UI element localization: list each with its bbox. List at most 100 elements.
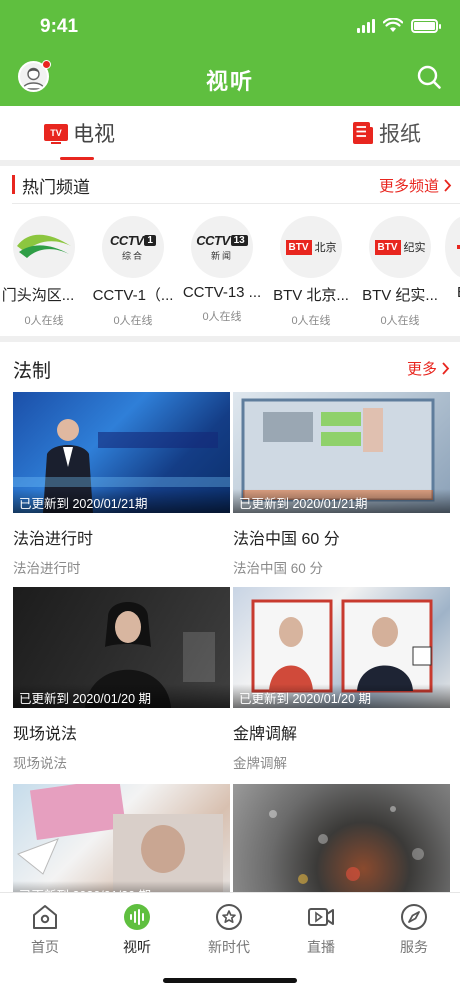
wifi-icon (383, 18, 403, 32)
mentougou-logo-icon (17, 234, 71, 258)
channel-online-count: 0人在线 (24, 315, 64, 327)
program-thumbnail: 已更新到 2020/01/21期 (233, 392, 450, 513)
channel-logo-text: CCTV (196, 232, 230, 248)
tab-tv-label: 电视 (73, 123, 115, 146)
nav-audio-video[interactable]: 视听 (102, 903, 172, 957)
channel-logo-subtitle: 北京 (314, 242, 337, 254)
channel-name: CCTV-1（... (92, 287, 174, 304)
hot-channel-list: 门头沟区... 0人在线 CCTV 1 综合 CCTV-1（... 0人在线 C… (0, 212, 460, 328)
cellular-signal-icon (357, 18, 375, 33)
nav-home[interactable]: 首页 (10, 903, 80, 957)
channel-item-cctv1[interactable]: CCTV 1 综合 CCTV-1（... 0人在线 (89, 212, 177, 328)
home-indicator (163, 978, 297, 983)
nav-live[interactable]: 直播 (286, 903, 356, 957)
newspaper-icon (353, 122, 373, 144)
channel-name: CCTV-13 ... (182, 284, 262, 301)
battery-icon (411, 18, 441, 33)
nav-label: 新时代 (208, 939, 250, 955)
program-card-fazhi-zhongguo[interactable]: 已更新到 2020/01/21期 法治中国 60 分 法治中国 60 分 (233, 392, 450, 577)
nav-label: 服务 (400, 939, 428, 955)
program-thumbnail: 已更新到 2020/01/20 期 (13, 587, 230, 708)
channel-name: B (445, 284, 460, 301)
program-title: 金牌调解 (233, 726, 298, 743)
channel-logo-number: 1 (144, 234, 156, 246)
more-fazhi-link[interactable]: 更多 (407, 358, 450, 379)
program-updated-label: 已更新到 2020/01/21期 (13, 489, 230, 513)
more-fazhi-label: 更多 (406, 361, 437, 378)
media-tabs: TV 电视 报纸 (0, 106, 460, 162)
channel-logo: CCTV 1 综合 (102, 216, 164, 278)
compass-icon (401, 904, 427, 930)
program-card-fazhi-jinxingshi[interactable]: 已更新到 2020/01/21期 法治进行时 法治进行时 (13, 392, 230, 577)
nav-label: 视听 (123, 939, 151, 955)
audio-wave-icon (124, 904, 150, 930)
program-updated-label: 已更新到 2020/01/21期 (233, 489, 450, 513)
program-updated-label: 已更新到 2020/01/20 期 (233, 684, 450, 708)
program-title: 法治进行时 (13, 531, 94, 548)
page-title: 视听 (205, 69, 254, 94)
channel-logo-text: BTV (285, 239, 312, 255)
divider (12, 203, 460, 204)
nav-label: 直播 (307, 939, 335, 955)
hot-channels-header: 热门频道 更多频道 (0, 164, 460, 204)
program-subtitle: 法治进行时 (13, 561, 81, 576)
section-title-fazhi: 法制 (13, 361, 52, 382)
program-subtitle: 金牌调解 (233, 756, 287, 771)
section-marker (12, 175, 15, 194)
program-thumbnail (233, 784, 450, 905)
status-time: 9:41 (40, 16, 79, 37)
more-channels-label: 更多频道 (378, 178, 439, 195)
channel-logo-text: BTV (374, 239, 401, 255)
channel-name: BTV 纪实... (362, 287, 438, 304)
channel-item-mentougou[interactable]: 门头沟区... 0人在线 (0, 212, 88, 328)
more-channels-link[interactable]: 更多频道 (379, 175, 452, 196)
nav-service[interactable]: 服务 (379, 903, 449, 957)
channel-name: 门头沟区... (1, 287, 75, 304)
channel-logo (445, 216, 460, 278)
chevron-right-icon (444, 179, 452, 192)
tv-icon: TV (44, 124, 68, 144)
program-thumbnail: 已更新到 2020/01/20 期 (233, 587, 450, 708)
program-updated-label: 已更新到 2020/01/20 期 (13, 684, 230, 708)
channel-logo (13, 216, 75, 278)
program-subtitle: 现场说法 (13, 756, 67, 771)
program-card-6[interactable] (233, 784, 450, 905)
channel-item-btv-jishi[interactable]: BTV 纪实 BTV 纪实... 0人在线 (356, 212, 444, 328)
nav-new-era[interactable]: 新时代 (194, 903, 264, 957)
channel-logo-number: 13 (230, 234, 248, 246)
channel-logo: BTV 北京 (280, 216, 342, 278)
channel-online-count: 0人在线 (202, 311, 242, 323)
video-icon (308, 908, 334, 926)
program-thumbnail: 已更新到 2020/01/21期 (13, 392, 230, 513)
program-card-jinpai-tiaojie[interactable]: 已更新到 2020/01/20 期 金牌调解 金牌调解 (233, 587, 450, 772)
section-separator (0, 336, 460, 342)
channel-logo-text: CCTV (110, 232, 144, 248)
channel-logo-subtitle: 纪实 (403, 242, 426, 254)
app-header: 9:41 视听 (0, 0, 460, 106)
program-title: 现场说法 (13, 726, 78, 743)
chevron-right-icon (442, 362, 450, 375)
program-thumbnail: 已更新到 2020/01/20 期 (13, 784, 230, 905)
channel-name: BTV 北京... (273, 287, 349, 304)
tab-newspaper-label: 报纸 (379, 123, 421, 146)
channel-item-cctv13[interactable]: CCTV 13 新闻 CCTV-13 ... 0人在线 (178, 212, 266, 324)
hot-channels-title: 热门频道 (22, 178, 90, 197)
channel-item-partial[interactable]: B (445, 212, 460, 301)
channel-logo: BTV 纪实 (369, 216, 431, 278)
star-circle-icon (216, 904, 242, 930)
program-card-5[interactable]: 已更新到 2020/01/20 期 (13, 784, 230, 905)
program-title: 法治中国 60 分 (233, 531, 340, 548)
tab-newspaper[interactable]: 报纸 (351, 118, 421, 148)
search-icon[interactable] (416, 64, 442, 90)
tab-tv[interactable]: TV 电视 (43, 118, 115, 148)
svg-text:TV: TV (50, 128, 62, 138)
status-icons (357, 18, 441, 33)
channel-item-btv-beijing[interactable]: BTV 北京 BTV 北京... 0人在线 (267, 212, 355, 328)
channel-online-count: 0人在线 (380, 315, 420, 327)
channel-online-count: 0人在线 (291, 315, 331, 327)
channel-online-count: 0人在线 (113, 315, 153, 327)
channel-logo: CCTV 13 新闻 (191, 216, 253, 278)
program-card-xianchang-shuofa[interactable]: 已更新到 2020/01/20 期 现场说法 现场说法 (13, 587, 230, 772)
nav-label: 首页 (31, 939, 59, 955)
channel-logo-subtitle: 新闻 (210, 250, 233, 261)
